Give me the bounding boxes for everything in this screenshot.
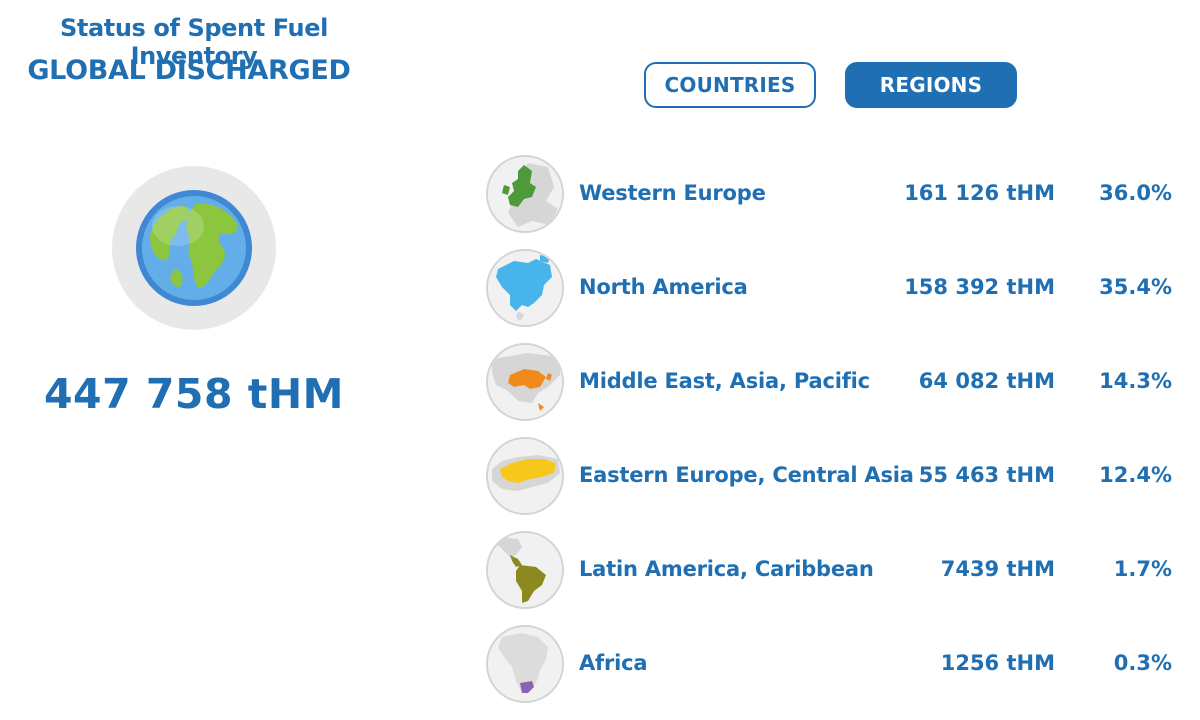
region-row-western-europe[interactable]: Western Europe 161 126 tHM 36.0% (486, 155, 1186, 233)
globe-icon (112, 166, 276, 330)
region-row-eastern-europe-central-asia[interactable]: Eastern Europe, Central Asia 55 463 tHM … (486, 437, 1186, 515)
region-row-latin-america-caribbean[interactable]: Latin America, Caribbean 7439 tHM 1.7% (486, 531, 1186, 609)
region-amount: 64 082 tHM (918, 369, 1055, 393)
total-inventory: 447 758 tHM (44, 370, 344, 418)
tab-regions[interactable]: REGIONS (845, 62, 1017, 108)
region-percent: 0.3% (1113, 651, 1172, 675)
eastern-europe-map-icon (486, 437, 564, 515)
region-amount: 161 126 tHM (904, 181, 1055, 205)
north-america-map-icon (486, 249, 564, 327)
region-percent: 1.7% (1113, 557, 1172, 581)
region-name: Latin America, Caribbean (579, 557, 874, 581)
region-row-middle-east-asia-pacific[interactable]: Middle East, Asia, Pacific 64 082 tHM 14… (486, 343, 1186, 421)
page-subtitle: GLOBAL DISCHARGED (27, 55, 351, 86)
latin-america-map-icon (486, 531, 564, 609)
asia-pacific-map-icon (486, 343, 564, 421)
region-percent: 35.4% (1099, 275, 1172, 299)
region-amount: 1256 tHM (940, 651, 1055, 675)
region-name: Western Europe (579, 181, 766, 205)
africa-map-icon (486, 625, 564, 703)
region-row-north-america[interactable]: North America 158 392 tHM 35.4% (486, 249, 1186, 327)
region-name: Eastern Europe, Central Asia (579, 463, 914, 487)
region-name: Africa (579, 651, 648, 675)
region-name: North America (579, 275, 748, 299)
region-amount: 158 392 tHM (904, 275, 1055, 299)
region-percent: 36.0% (1099, 181, 1172, 205)
region-percent: 12.4% (1099, 463, 1172, 487)
region-row-africa[interactable]: Africa 1256 tHM 0.3% (486, 625, 1186, 703)
region-percent: 14.3% (1099, 369, 1172, 393)
region-amount: 7439 tHM (940, 557, 1055, 581)
tab-countries[interactable]: COUNTRIES (644, 62, 816, 108)
region-name: Middle East, Asia, Pacific (579, 369, 870, 393)
western-europe-map-icon (486, 155, 564, 233)
region-amount: 55 463 tHM (918, 463, 1055, 487)
